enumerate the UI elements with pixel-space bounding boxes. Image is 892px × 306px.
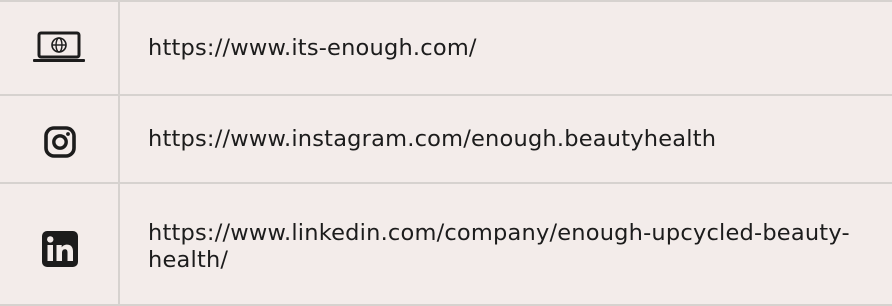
laptop-globe-icon [31,31,87,65]
social-links-table: https://www.its-enough.com/ https://www.… [0,0,892,306]
instagram-link[interactable]: https://www.instagram.com/enough.beautyh… [148,126,716,153]
table-row-instagram: https://www.instagram.com/enough.beautyh… [0,96,892,184]
link-cell: https://www.instagram.com/enough.beautyh… [120,96,892,182]
link-cell: https://www.its-enough.com/ [120,2,892,94]
linkedin-icon [42,231,78,267]
icon-cell [0,2,120,94]
table-row-linkedin: https://www.linkedin.com/company/enough-… [0,184,892,306]
table-row-website: https://www.its-enough.com/ [0,2,892,96]
linkedin-link[interactable]: https://www.linkedin.com/company/enough-… [148,220,852,274]
icon-cell [0,184,120,306]
instagram-icon [43,125,77,159]
icon-cell [0,96,120,182]
link-cell: https://www.linkedin.com/company/enough-… [120,184,892,306]
website-link[interactable]: https://www.its-enough.com/ [148,35,477,62]
